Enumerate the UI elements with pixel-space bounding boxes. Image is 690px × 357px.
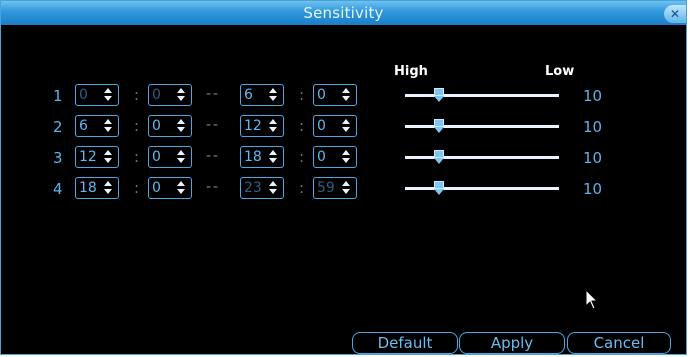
slider-thumb[interactable] (434, 150, 444, 164)
row-number: 4 (53, 180, 63, 198)
start-min-spinner[interactable]: 0 (148, 115, 192, 137)
spinner-arrows-icon[interactable] (342, 180, 350, 196)
spinner-arrows-icon[interactable] (104, 180, 112, 196)
schedule-row-2: 2 6 : 0 -- 12 : 0 10 (1, 115, 686, 139)
end-min-spinner[interactable]: 59 (313, 177, 357, 199)
range-dash: -- (206, 148, 221, 164)
end-min-value: 0 (317, 118, 326, 134)
spinner-arrows-icon[interactable] (269, 180, 277, 196)
slider-thumb[interactable] (434, 181, 444, 195)
spinner-arrows-icon[interactable] (269, 118, 277, 134)
end-min-value: 0 (317, 87, 326, 103)
dialog-title: Sensitivity (303, 4, 384, 22)
colon-separator: : (299, 117, 305, 135)
spinner-arrows-icon[interactable] (177, 180, 185, 196)
slider-thumb[interactable] (434, 88, 444, 102)
sensitivity-level: 10 (583, 118, 603, 136)
sensitivity-slider[interactable] (405, 119, 559, 133)
low-label: Low (545, 64, 575, 79)
schedule-row-1: 1 0 : 0 -- 6 : 0 10 (1, 84, 686, 108)
start-min-value: 0 (152, 149, 161, 165)
end-hour-value: 6 (244, 87, 253, 103)
high-label: High (394, 64, 428, 79)
end-hour-spinner[interactable]: 12 (240, 115, 284, 137)
end-min-spinner[interactable]: 0 (313, 115, 357, 137)
colon-separator: : (134, 86, 140, 104)
row-number: 1 (53, 87, 63, 105)
start-min-spinner[interactable]: 0 (148, 84, 192, 106)
end-hour-value: 12 (244, 118, 262, 134)
sensitivity-slider[interactable] (405, 150, 559, 164)
colon-separator: : (299, 179, 305, 197)
spinner-arrows-icon[interactable] (177, 87, 185, 103)
sensitivity-level: 10 (583, 149, 603, 167)
spinner-arrows-icon[interactable] (177, 118, 185, 134)
end-min-value: 59 (317, 180, 335, 196)
start-hour-spinner[interactable]: 0 (75, 84, 119, 106)
colon-separator: : (134, 179, 140, 197)
spinner-arrows-icon[interactable] (269, 87, 277, 103)
start-min-spinner[interactable]: 0 (148, 177, 192, 199)
colon-separator: : (299, 148, 305, 166)
schedule-row-3: 3 12 : 0 -- 18 : 0 10 (1, 146, 686, 170)
range-dash: -- (206, 117, 221, 133)
end-min-spinner[interactable]: 0 (313, 84, 357, 106)
start-hour-spinner[interactable]: 18 (75, 177, 119, 199)
spinner-arrows-icon[interactable] (342, 118, 350, 134)
default-button[interactable]: Default (352, 332, 458, 354)
end-hour-value: 18 (244, 149, 262, 165)
sensitivity-slider[interactable] (405, 181, 559, 195)
spinner-arrows-icon[interactable] (177, 149, 185, 165)
row-number: 3 (53, 149, 63, 167)
spinner-arrows-icon[interactable] (104, 149, 112, 165)
slider-thumb[interactable] (434, 119, 444, 133)
spinner-arrows-icon[interactable] (342, 149, 350, 165)
start-hour-spinner[interactable]: 6 (75, 115, 119, 137)
end-min-spinner[interactable]: 0 (313, 146, 357, 168)
end-hour-spinner[interactable]: 23 (240, 177, 284, 199)
end-hour-value: 23 (244, 180, 262, 196)
start-hour-value: 6 (79, 118, 88, 134)
spinner-arrows-icon[interactable] (104, 118, 112, 134)
colon-separator: : (134, 148, 140, 166)
sensitivity-level: 10 (583, 180, 603, 198)
start-hour-value: 0 (79, 87, 88, 103)
start-min-value: 0 (152, 118, 161, 134)
colon-separator: : (134, 117, 140, 135)
sensitivity-dialog: Sensitivity ✕ High Low 1 0 : 0 -- 6 : 0 … (0, 0, 687, 355)
colon-separator: : (299, 86, 305, 104)
spinner-arrows-icon[interactable] (342, 87, 350, 103)
start-hour-spinner[interactable]: 12 (75, 146, 119, 168)
start-hour-value: 18 (79, 180, 97, 196)
row-number: 2 (53, 118, 63, 136)
start-min-value: 0 (152, 180, 161, 196)
close-icon[interactable]: ✕ (664, 5, 686, 23)
range-dash: -- (206, 86, 221, 102)
end-hour-spinner[interactable]: 18 (240, 146, 284, 168)
end-hour-spinner[interactable]: 6 (240, 84, 284, 106)
start-min-value: 0 (152, 87, 161, 103)
spinner-arrows-icon[interactable] (104, 87, 112, 103)
schedule-row-4: 4 18 : 0 -- 23 : 59 10 (1, 177, 686, 201)
range-dash: -- (206, 179, 221, 195)
mouse-cursor-icon (585, 289, 599, 310)
end-min-value: 0 (317, 149, 326, 165)
spinner-arrows-icon[interactable] (269, 149, 277, 165)
sensitivity-slider[interactable] (405, 88, 559, 102)
title-bar: Sensitivity ✕ (1, 1, 686, 25)
cancel-button[interactable]: Cancel (567, 332, 671, 354)
sensitivity-level: 10 (583, 87, 603, 105)
start-hour-value: 12 (79, 149, 97, 165)
apply-button[interactable]: Apply (459, 332, 565, 354)
start-min-spinner[interactable]: 0 (148, 146, 192, 168)
